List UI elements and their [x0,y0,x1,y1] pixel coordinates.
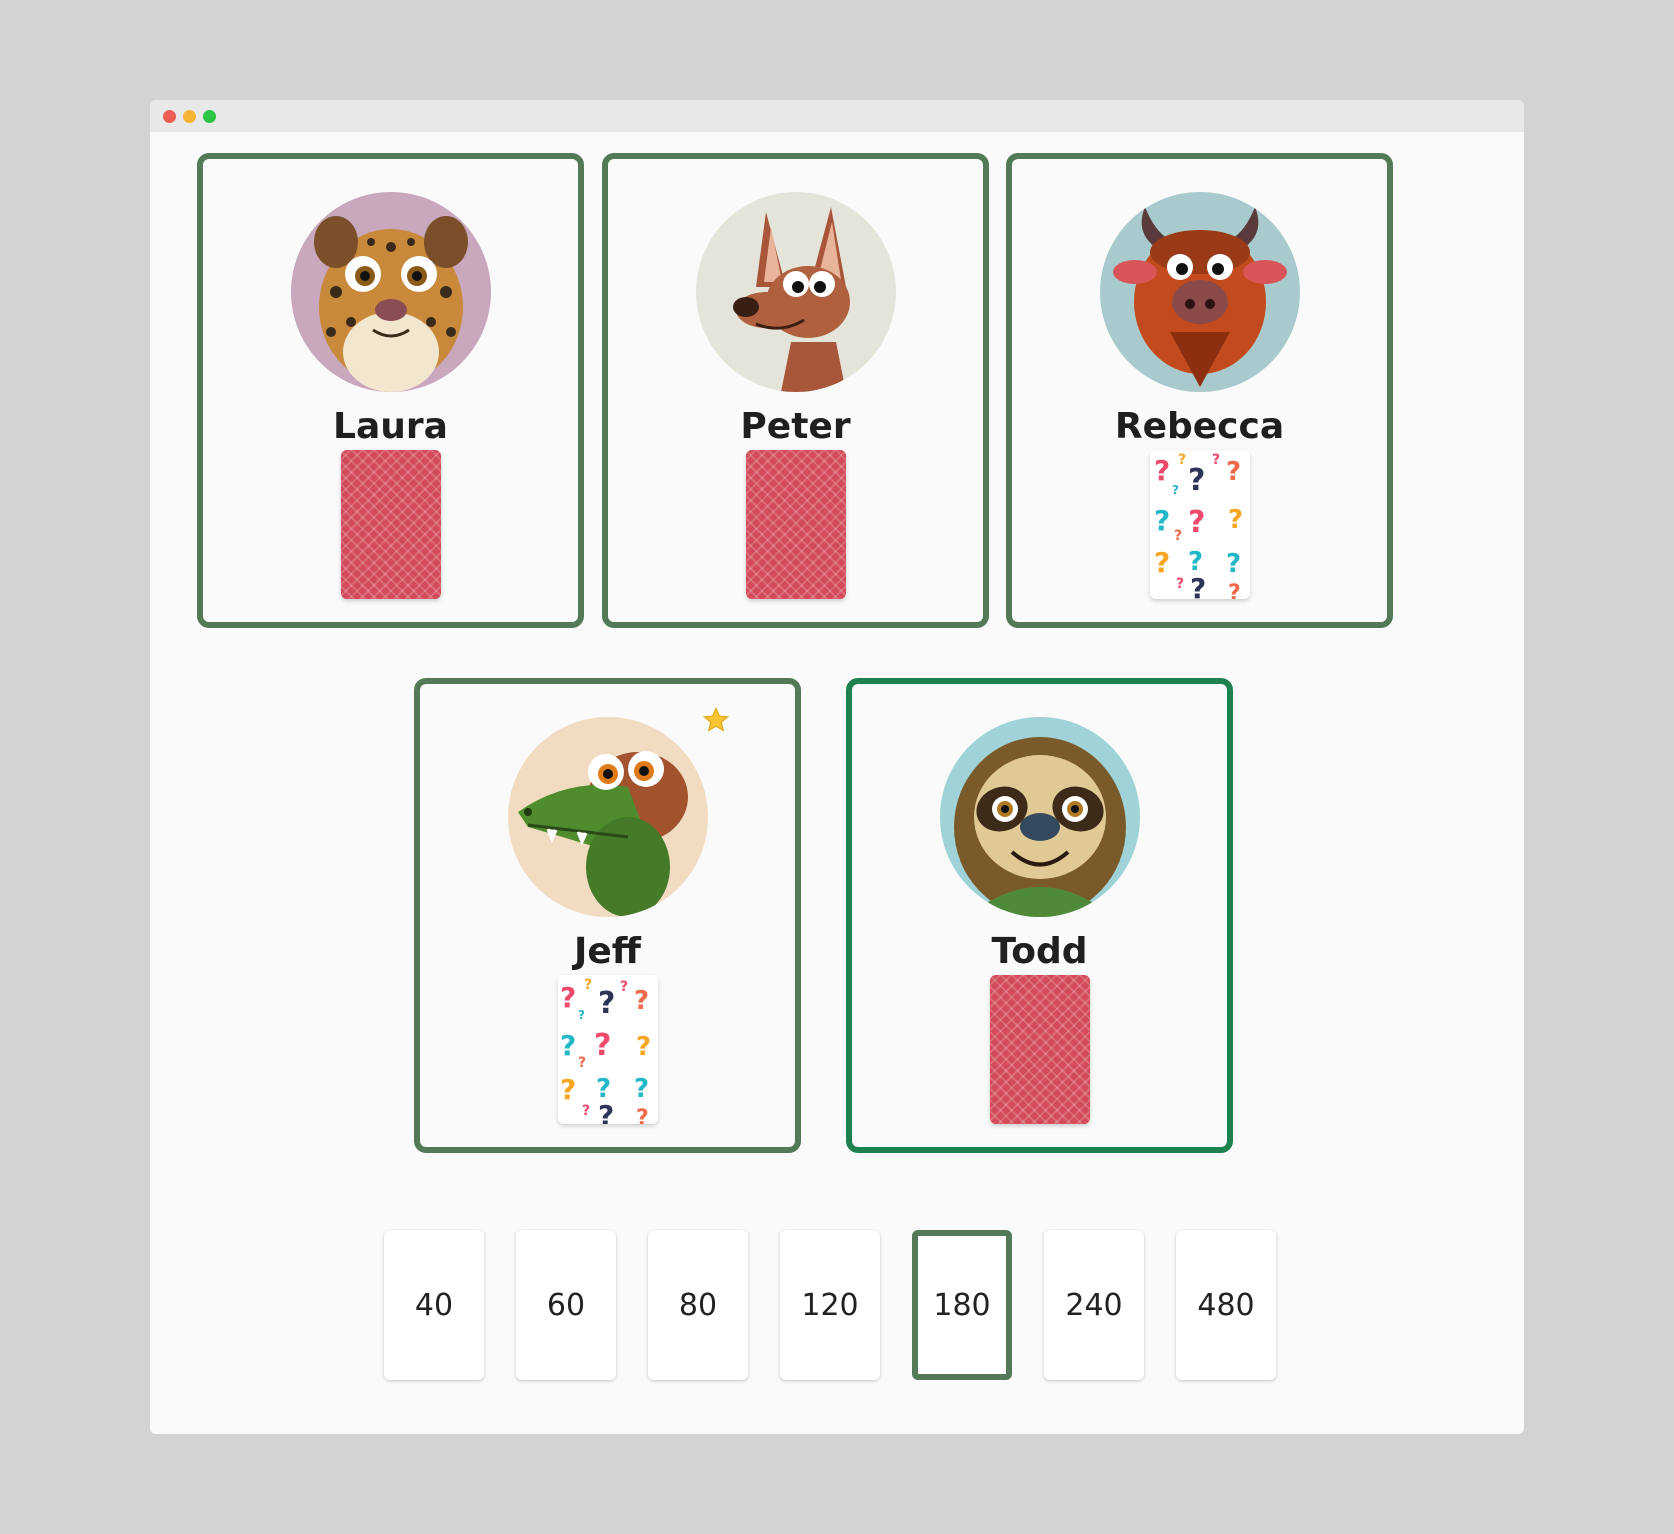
player-card-todd: Todd [846,678,1233,1153]
player-name: Rebecca [1114,406,1285,447]
svg-text:?: ? [1172,483,1179,497]
question-mark-card: ? ? ? ? ? ? ? ? ? ? ? ? ? ? ? ? [1149,450,1250,599]
vote-card-180[interactable]: 180 [912,1230,1012,1380]
crocodile-avatar [507,717,708,917]
svg-text:?: ? [636,1032,651,1062]
sloth-avatar [939,717,1140,917]
svg-text:?: ? [578,1055,586,1071]
player-name: Peter [740,406,851,447]
player-card-laura: Laura [197,153,584,628]
svg-text:?: ? [598,986,615,1021]
svg-text:?: ? [1188,463,1205,498]
svg-text:?: ? [560,981,576,1014]
svg-text:?: ? [1226,457,1241,487]
player-name: Jeff [574,931,641,972]
minimize-dot[interactable] [183,110,196,123]
kangaroo-avatar [695,192,896,392]
svg-text:?: ? [1174,528,1182,544]
svg-text:?: ? [598,1099,614,1124]
leopard-avatar [290,192,491,392]
svg-text:?: ? [1228,505,1243,535]
vote-card-240[interactable]: 240 [1044,1230,1144,1380]
svg-text:?: ? [636,1106,649,1124]
card-back [340,450,441,599]
player-name: Todd [991,931,1088,972]
card-back [989,975,1090,1124]
svg-text:?: ? [560,1029,576,1062]
vote-card-60[interactable]: 60 [516,1230,616,1380]
svg-text:?: ? [1154,454,1170,487]
vote-card-40[interactable]: 40 [384,1230,484,1380]
svg-text:?: ? [620,979,628,995]
svg-text:?: ? [1176,576,1184,592]
maximize-dot[interactable] [203,110,216,123]
svg-text:?: ? [1178,452,1186,468]
svg-text:?: ? [1190,572,1206,599]
svg-text:?: ? [1212,452,1220,468]
svg-text:?: ? [1188,505,1205,540]
close-dot[interactable] [163,110,176,123]
svg-text:?: ? [594,1028,611,1063]
bison-avatar [1099,192,1300,392]
app-window: Laura Peter Rebecca ? ? ? ? ? ? ? ? ? ? … [150,100,1524,1434]
svg-text:?: ? [1154,504,1170,537]
svg-text:?: ? [1154,546,1170,579]
player-name: Laura [333,406,448,447]
svg-text:?: ? [1226,549,1241,579]
svg-text:?: ? [582,1103,590,1119]
svg-text:?: ? [634,1074,649,1104]
window-titlebar [150,100,1524,132]
vote-card-80[interactable]: 80 [648,1230,748,1380]
player-card-rebecca: Rebecca ? ? ? ? ? ? ? ? ? ? ? ? ? ? ? ? [1006,153,1393,628]
svg-text:?: ? [584,977,592,993]
svg-text:?: ? [560,1073,576,1106]
question-mark-card: ? ? ? ? ? ? ? ? ? ? ? ? ? ? ? ? [557,975,658,1124]
star-icon [702,706,730,732]
player-card-peter: Peter [602,153,989,628]
player-card-jeff: Jeff ? ? ? ? ? ? ? ? ? ? ? ? ? ? ? ? [414,678,801,1153]
svg-text:?: ? [1228,581,1241,599]
card-back [745,450,846,599]
vote-card-480[interactable]: 480 [1176,1230,1276,1380]
vote-card-120[interactable]: 120 [780,1230,880,1380]
svg-text:?: ? [578,1008,585,1022]
svg-text:?: ? [634,986,649,1016]
